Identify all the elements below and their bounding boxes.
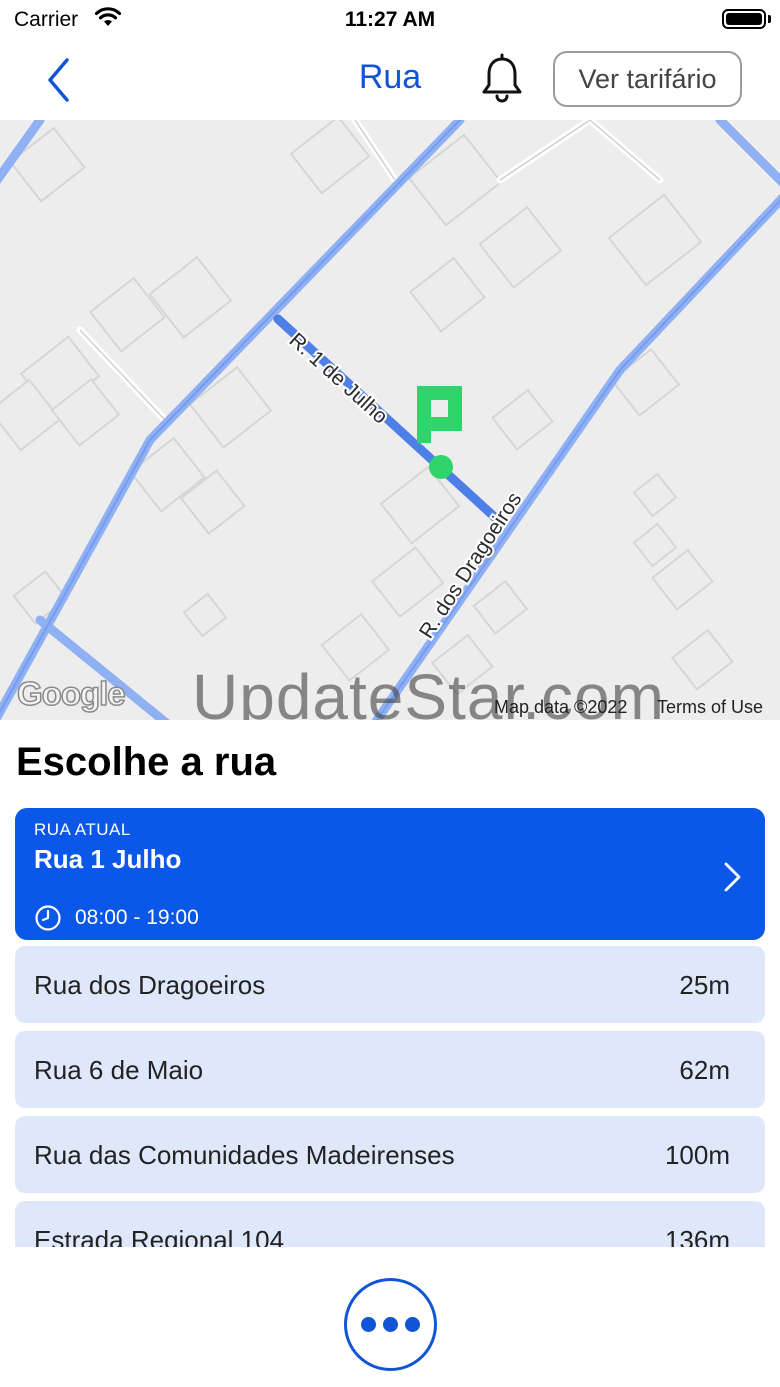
current-street-card[interactable]: RUA ATUAL Rua 1 Julho 08:00 - 19:00 (15, 808, 765, 940)
parking-marker-icon (417, 386, 462, 443)
list-item[interactable]: Rua 6 de Maio 62m (15, 1031, 765, 1108)
battery-icon (722, 9, 766, 29)
chevron-right-icon (719, 860, 745, 899)
more-options-button[interactable] (344, 1278, 437, 1371)
list-item[interactable]: Rua dos Dragoeiros 25m (15, 946, 765, 1023)
section-title: Escolhe a rua (16, 740, 277, 784)
current-street-hours: 08:00 - 19:00 (75, 906, 199, 929)
current-street-label: RUA ATUAL (34, 820, 131, 839)
terms-of-use-link[interactable]: Terms of Use (657, 697, 763, 718)
nav-bar: Rua Ver tarifário (0, 40, 780, 120)
view-tariff-button[interactable]: Ver tarifário (553, 51, 742, 107)
street-list[interactable]: Rua dos Dragoeiros 25m Rua 6 de Maio 62m… (0, 945, 780, 1247)
status-bar: Carrier 11:27 AM (0, 0, 780, 40)
street-distance: 25m (679, 970, 730, 1000)
notifications-button[interactable] (472, 52, 532, 108)
street-distance: 100m (664, 1140, 730, 1170)
list-item[interactable]: Rua das Comunidades Madeirenses 100m (15, 1116, 765, 1193)
list-item[interactable]: Estrada Regional 104 136m (15, 1201, 765, 1247)
street-distance: 136m (664, 1225, 730, 1247)
more-dot (361, 1317, 376, 1332)
street-name: Rua dos Dragoeiros (34, 970, 266, 1000)
street-name: Rua das Comunidades Madeirenses (34, 1140, 455, 1170)
bell-icon (482, 53, 522, 103)
map-view[interactable]: R. 1 de Julho R. dos Dragoeiros Google U… (0, 120, 780, 720)
location-dot (429, 455, 453, 479)
more-dot (405, 1317, 420, 1332)
clock-icon (34, 904, 62, 937)
battery-cap (768, 15, 771, 23)
map-label-street-a: R. 1 de Julho (285, 329, 392, 429)
street-name: Rua 6 de Maio (34, 1055, 204, 1085)
current-street-name: Rua 1 Julho (34, 844, 182, 874)
more-dot (383, 1317, 398, 1332)
map-data-attribution: Map data ©2022 (494, 697, 628, 717)
map-canvas: R. 1 de Julho R. dos Dragoeiros (0, 120, 780, 720)
status-time: 11:27 AM (344, 8, 436, 31)
street-name: Estrada Regional 104 (34, 1225, 285, 1247)
google-logo: Google (16, 674, 126, 713)
street-distance: 62m (679, 1055, 730, 1085)
